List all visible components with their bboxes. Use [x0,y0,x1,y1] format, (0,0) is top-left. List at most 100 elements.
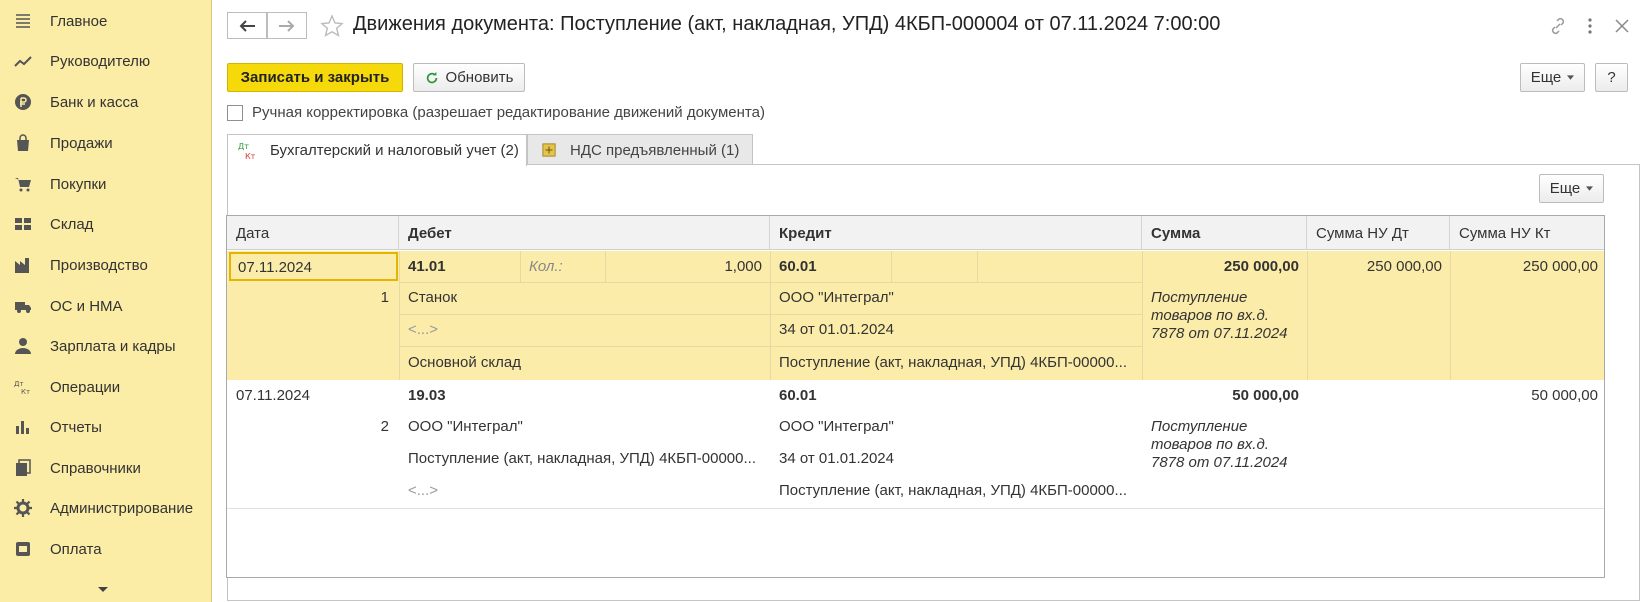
sidebar-item-payment[interactable]: Оплата [0,531,212,567]
credit-subconto-3: Поступление (акт, накладная, УПД) 4КБП-0… [779,482,1127,499]
debit-subconto-2: Поступление (акт, накладная, УПД) 4КБП-0… [408,450,756,467]
debit-account: 41.01 [408,258,446,275]
forward-button[interactable] [267,12,307,39]
table-row[interactable]: 07.11.2024 2 19.03 ООО "Интеграл" Поступ… [227,380,1604,509]
sidebar-item-label: Справочники [50,459,141,477]
sidebar-item-fixed-assets[interactable]: ОС и НМА [0,288,212,324]
sidebar-item-bank[interactable]: Банк и касса [0,84,212,120]
more-button[interactable]: Еще [1520,63,1585,92]
dt-kt-icon: Дт Кт [238,141,258,161]
refresh-label: Обновить [445,69,514,86]
refresh-button[interactable]: Обновить [413,63,525,92]
sidebar-item-reports[interactable]: Отчеты [0,409,212,445]
star-icon[interactable] [320,14,344,38]
sidebar-item-label: Покупки [50,175,107,193]
dropdown-arrow-icon [1586,186,1594,191]
svg-text:Кт: Кт [21,388,30,396]
sum-value: 50 000,00 [1232,387,1299,404]
table-header: Дата Дебет Кредит Сумма Сумма НУ Дт Сумм… [227,216,1604,250]
arrow-right-icon [279,19,295,32]
panel-more-button[interactable]: Еще [1539,174,1604,203]
credit-account: 60.01 [779,258,817,275]
col-sum-nu-kt-header[interactable]: Сумма НУ Кт [1450,216,1604,250]
person-icon [12,335,34,357]
quantity-value: 1,000 [724,258,762,275]
svg-text:Дт: Дт [238,142,249,151]
sidebar-item-label: Оплата [50,540,102,558]
factory-icon [12,254,34,276]
sidebar-item-label: Зарплата и кадры [50,337,176,355]
credit-subconto-2: 34 от 01.01.2024 [779,321,894,338]
movements-table: Дата Дебет Кредит Сумма Сумма НУ Дт Сумм… [226,215,1605,578]
manual-correction-label: Ручная корректировка (разрешает редактир… [252,104,765,121]
content-text: Поступление товаров по вх.д. 7878 от 07.… [1151,418,1303,472]
cart-icon [12,173,34,195]
credit-subconto-1: ООО "Интеграл" [779,289,894,306]
sidebar-item-operations[interactable]: Дт Кт Операции [0,369,212,405]
col-credit-header[interactable]: Кредит [770,216,1142,250]
sum-nu-kt: 250 000,00 [1522,258,1598,275]
content-line: товаров по вх.д. [1151,436,1269,453]
manual-correction-row[interactable]: Ручная корректировка (разрешает редактир… [227,104,765,121]
ruble-icon [12,91,34,113]
books-icon [12,457,34,479]
date-cell[interactable]: 07.11.2024 [236,387,396,404]
tab-vat[interactable]: НДС предъявленный (1) [527,134,753,165]
col-sum-nu-dt-header[interactable]: Сумма НУ Дт [1307,216,1450,250]
sidebar-item-warehouse[interactable]: Склад [0,206,212,242]
sidebar: Главное Руководителю Банк и касса Продаж… [0,0,212,602]
close-icon[interactable] [1611,15,1633,37]
chevron-down-icon[interactable] [95,584,111,596]
back-button[interactable] [227,12,267,39]
sidebar-item-manager[interactable]: Руководителю [0,43,212,79]
debit-subconto-2: <...> [408,321,439,338]
payment-icon [12,538,34,560]
link-icon[interactable] [1547,15,1569,37]
sidebar-item-salary[interactable]: Зарплата и кадры [0,328,212,364]
truck-icon [12,295,34,317]
help-button[interactable]: ? [1595,63,1628,92]
svg-text:Кт: Кт [245,152,256,161]
credit-subconto-3: Поступление (акт, накладная, УПД) 4КБП-0… [779,354,1127,371]
sidebar-item-directories[interactable]: Справочники [0,450,212,486]
content-line: товаров по вх.д. [1151,307,1269,324]
sidebar-item-label: Отчеты [50,418,102,436]
sidebar-item-sales[interactable]: Продажи [0,125,212,161]
save-and-close-button[interactable]: Записать и закрыть [227,63,403,92]
content-line: Поступление [1151,418,1248,435]
sidebar-item-label: Администрирование [50,499,194,517]
content-text: Поступление товаров по вх.д. 7878 от 07.… [1151,289,1303,343]
date-cell[interactable]: 07.11.2024 [229,252,398,281]
sidebar-item-production[interactable]: Производство [0,247,212,283]
bag-icon [12,132,34,154]
sidebar-item-label: Склад [50,215,94,233]
debit-account: 19.03 [408,387,446,404]
col-date-header[interactable]: Дата [227,216,399,250]
sum-value: 250 000,00 [1223,258,1299,275]
more-vertical-icon[interactable] [1579,15,1601,37]
more-label: Еще [1530,69,1562,86]
svg-text:Дт: Дт [14,380,24,388]
dropdown-arrow-icon [1567,75,1575,80]
manual-correction-checkbox[interactable] [227,104,243,121]
sidebar-item-administration[interactable]: Администрирование [0,490,212,526]
tab-label: НДС предъявленный (1) [570,141,740,159]
page-title: Движения документа: Поступление (акт, на… [353,13,1221,35]
trend-icon [12,50,34,72]
table-row[interactable]: 07.11.2024 1 41.01 Кол.: 1,000 Станок <.… [227,251,1604,380]
sidebar-item-label: Операции [50,378,121,396]
sum-nu-dt: 250 000,00 [1366,258,1442,275]
col-debit-header[interactable]: Дебет [399,216,770,250]
tab-label: Бухгалтерский и налоговый учет (2) [270,142,519,159]
sidebar-item-main[interactable]: Главное [0,3,212,39]
menu-icon [12,10,34,32]
tab-accounting[interactable]: Дт Кт Бухгалтерский и налоговый учет (2) [227,134,527,166]
more-label: Еще [1549,180,1581,197]
credit-subconto-1: ООО "Интеграл" [779,418,894,435]
col-sum-header[interactable]: Сумма [1142,216,1307,250]
sidebar-item-label: Банк и касса [50,93,139,111]
sidebar-item-label: Производство [50,256,148,274]
sidebar-item-purchases[interactable]: Покупки [0,166,212,202]
sidebar-item-label: ОС и НМА [50,297,123,315]
vat-icon [542,143,556,157]
